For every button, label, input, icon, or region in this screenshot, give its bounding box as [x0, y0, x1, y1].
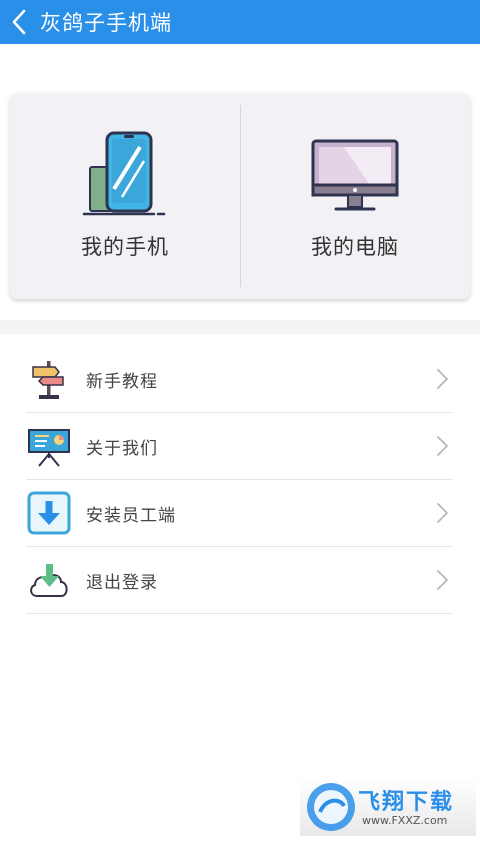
presentation-board-icon	[26, 423, 72, 469]
download-arrow-icon	[26, 490, 72, 536]
chevron-right-icon	[437, 369, 448, 389]
section-separator	[0, 320, 480, 334]
page-title: 灰鸽子手机端	[40, 11, 172, 35]
my-phone-label: 我的手机	[81, 235, 169, 259]
my-computer-button[interactable]: 我的电脑	[240, 93, 470, 299]
menu-item-tutorial[interactable]: 新手教程	[26, 346, 453, 413]
chevron-right-icon	[437, 570, 448, 590]
menu-item-label: 关于我们	[86, 438, 158, 459]
menu-list: 新手教程 关于我们 安装员工端 退出登录	[0, 346, 480, 614]
devices-section: 我的手机 我的电脑	[0, 44, 480, 319]
app-header: 灰鸽子手机端	[0, 0, 480, 44]
menu-item-label: 退出登录	[86, 572, 158, 593]
back-button[interactable]	[2, 0, 36, 44]
menu-item-label: 安装员工端	[86, 505, 176, 526]
menu-item-logout[interactable]: 退出登录	[26, 547, 453, 614]
watermark-brand-text: 飞翔下载	[358, 790, 455, 815]
phone-icon	[80, 129, 170, 217]
chevron-right-icon	[437, 503, 448, 523]
watermark-logo-icon	[307, 783, 355, 831]
chevron-left-icon	[12, 9, 26, 35]
chevron-right-icon	[437, 436, 448, 456]
device-card: 我的手机 我的电脑	[10, 93, 470, 299]
computer-monitor-icon	[310, 129, 400, 217]
watermark-url-text: www.FXXZ.com	[362, 814, 448, 827]
signpost-icon	[26, 356, 72, 402]
watermark: 飞翔下载 www.FXXZ.com	[300, 776, 476, 836]
cloud-download-icon	[26, 557, 72, 603]
menu-item-label: 新手教程	[86, 371, 158, 392]
menu-item-about[interactable]: 关于我们	[26, 413, 453, 480]
my-phone-button[interactable]: 我的手机	[10, 93, 240, 299]
menu-item-install-staff[interactable]: 安装员工端	[26, 480, 453, 547]
my-computer-label: 我的电脑	[311, 235, 399, 259]
